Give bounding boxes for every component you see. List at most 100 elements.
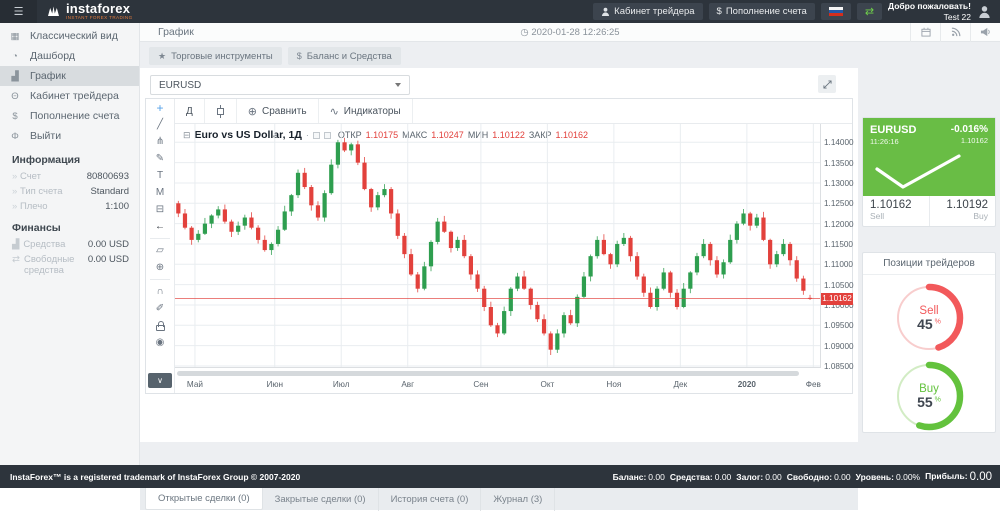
symbol-select[interactable]: EURUSD: [150, 75, 410, 95]
tab-open-trades[interactable]: Открытые сделки (0): [145, 487, 263, 510]
drawing-lock-icon: ✐: [156, 303, 164, 314]
buy-positions-gauge: Buy55 %: [893, 360, 965, 432]
interval-label: Д: [186, 106, 193, 117]
user-avatar[interactable]: [977, 4, 992, 19]
tool-magnet[interactable]: ∩: [146, 283, 174, 300]
tool-ruler[interactable]: ▱: [146, 242, 174, 259]
finance-row: ⇄Свободные средства0.00 USD: [0, 252, 139, 278]
buy-quote-button[interactable]: 1.10192 Buy: [929, 196, 996, 226]
price-tick: 1.10500: [824, 281, 854, 290]
dollar-icon: $: [717, 6, 722, 17]
sell-gauge-label: Sell: [919, 305, 938, 317]
tool-drawing-lock[interactable]: ✐: [146, 300, 174, 317]
tab-closed-trades[interactable]: Закрытые сделки (0): [263, 488, 379, 511]
calendar-button[interactable]: [910, 23, 940, 42]
tool-hide-all[interactable]: ◉: [146, 334, 174, 351]
trend-line-icon: ╱: [157, 119, 163, 130]
star-icon: ★: [158, 51, 166, 62]
chart-style-button[interactable]: [205, 99, 237, 123]
price-axis[interactable]: 1.140001.135001.130001.125001.120001.115…: [820, 124, 852, 368]
buy-price: 1.10192: [937, 199, 989, 211]
trader-positions-title: Позиции трейдеров: [863, 253, 995, 275]
tool-long-position[interactable]: ⊟: [146, 201, 174, 218]
price-tick: 1.09000: [824, 342, 854, 351]
chart-icon: ▟: [0, 71, 30, 82]
announcements-button[interactable]: [970, 23, 1000, 42]
indicators-button[interactable]: ∿ Индикаторы: [319, 99, 413, 123]
price-tick: 1.12500: [824, 199, 854, 208]
deposit-icon: $: [0, 111, 30, 122]
news-feed-button[interactable]: [940, 23, 970, 42]
time-axis[interactable]: МайИюнИюлАвгСенОктНояДек2020Фев: [175, 369, 820, 393]
time-tick: Фев: [806, 380, 821, 389]
time-tick: Окт: [540, 380, 554, 389]
buy-gauge-percent: 55 %: [917, 395, 941, 410]
sidebar-item-classic-view[interactable]: ▦Классический вид: [0, 26, 139, 46]
tool-crosshair[interactable]: +: [146, 99, 174, 116]
sidebar-item-chart[interactable]: ▟График: [0, 66, 139, 86]
quote-change-percent: -0.016%: [951, 124, 988, 135]
tool-zoom-in[interactable]: ⊕: [146, 259, 174, 276]
candlestick-chart: [175, 124, 820, 368]
language-button[interactable]: [821, 3, 851, 20]
trader-cabinet-label: Кабинет трейдера: [614, 6, 694, 17]
tab-journal[interactable]: Журнал (3): [481, 488, 555, 511]
trader-cabinet-button[interactable]: Кабинет трейдера: [593, 3, 702, 20]
swap-accounts-button[interactable]: ⇄: [857, 3, 882, 20]
tool-arrow[interactable]: ←: [146, 218, 174, 235]
info-row: Плечо1:100: [0, 199, 139, 214]
welcome-text: Добро пожаловать! Test 22: [888, 1, 971, 21]
classic-view-icon: ▦: [0, 31, 30, 42]
xabcd-pattern-icon: M: [156, 187, 164, 198]
sidebar-item-logout[interactable]: ΦВыйти: [0, 126, 139, 146]
balance-funds-button[interactable]: $ Баланс и Средства: [288, 47, 401, 65]
price-tick: 1.11000: [824, 260, 853, 269]
arrow-icon: ←: [155, 221, 165, 232]
trading-instruments-button[interactable]: ★ Торговые инструменты: [149, 47, 282, 65]
quick-buttons-strip: ★ Торговые инструменты $ Баланс и Средст…: [140, 42, 401, 68]
chart-canvas[interactable]: ⊟ Euro vs US Dollar, 1Д · ОТКР1.10175МАК…: [175, 124, 820, 368]
price-tick: 1.13500: [824, 159, 854, 168]
price-tick: 1.13000: [824, 179, 854, 188]
interval-button[interactable]: Д: [175, 99, 205, 123]
candlestick-style-icon: [216, 105, 225, 118]
brand-logo[interactable]: instaforex INSTANT FOREX TRADING: [46, 2, 133, 21]
quote-header[interactable]: EURUSD 11:26:16 -0.016% 1.10162: [863, 118, 995, 196]
footer-stat: Уровень:0.00%: [856, 472, 921, 482]
symbol-select-value: EURUSD: [159, 80, 201, 91]
menu-toggle-button[interactable]: ☰: [0, 0, 37, 23]
tool-lock-all[interactable]: [146, 317, 174, 334]
time-tick: Сен: [473, 380, 488, 389]
datetime-text: 2020-01-28 12:26:25: [531, 27, 619, 38]
finance-icon: ⇄: [12, 254, 20, 276]
sell-gauge-percent: 45 %: [917, 317, 941, 332]
footer: InstaForex™ is a registered trademark of…: [0, 465, 1000, 488]
tool-trend-line[interactable]: ╱: [146, 116, 174, 133]
sidebar-item-dashboard[interactable]: ◔Дашборд: [0, 46, 139, 66]
collapse-tools-button[interactable]: ∨: [148, 373, 172, 388]
sidebar-item-deposit[interactable]: $Пополнение счета: [0, 106, 139, 126]
tool-brush[interactable]: ✎: [146, 150, 174, 167]
tool-pitchfork[interactable]: ⋔: [146, 133, 174, 150]
trading-instruments-label: Торговые инструменты: [171, 51, 273, 62]
swap-arrows-icon: ⇄: [865, 5, 874, 18]
tool-text[interactable]: T: [146, 167, 174, 184]
tool-xabcd-pattern[interactable]: M: [146, 184, 174, 201]
person-icon: [601, 7, 610, 16]
sidebar-info-heading: Информация: [0, 146, 139, 169]
sell-quote-button[interactable]: 1.10162 Sell: [863, 196, 929, 226]
chart-toolbar: Д ⊕ Сравнить ∿ Индикаторы: [175, 99, 852, 124]
compare-button[interactable]: ⊕ Сравнить: [237, 99, 319, 123]
tab-account-history[interactable]: История счета (0): [379, 488, 482, 511]
dollar-icon: $: [297, 51, 302, 61]
fullscreen-button[interactable]: [818, 75, 836, 93]
current-price-badge: 1.10162: [821, 293, 853, 305]
chart-horizontal-scrollbar[interactable]: [177, 371, 799, 376]
welcome-greeting: Добро пожаловать!: [888, 1, 971, 11]
text-icon: T: [157, 170, 163, 181]
deposit-button[interactable]: $ Пополнение счета: [709, 3, 815, 20]
sell-price: 1.10162: [870, 199, 922, 211]
sidebar-item-trader-cabinet[interactable]: ΘКабинет трейдера: [0, 86, 139, 106]
info-row: Тип счетаStandard: [0, 184, 139, 199]
russian-flag-icon: [829, 7, 843, 16]
